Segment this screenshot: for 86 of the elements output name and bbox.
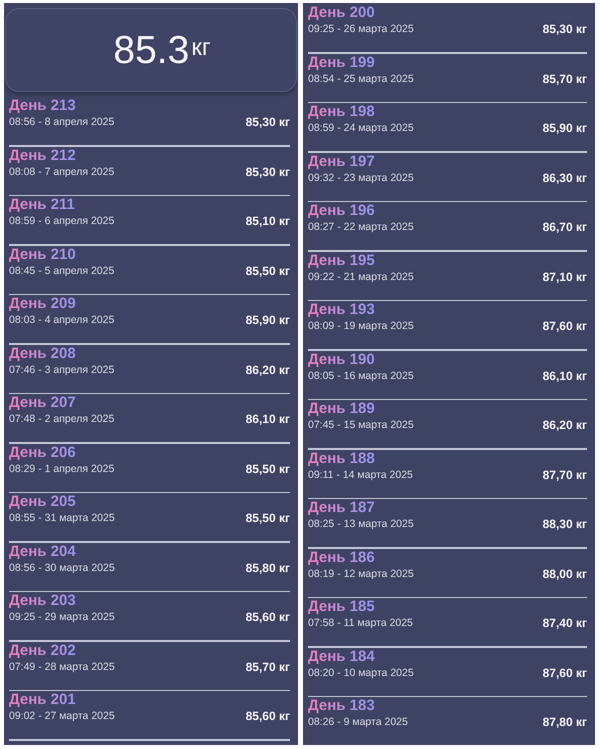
entry-datetime: 08:59 - 6 апреля 2025	[9, 214, 114, 228]
entry-datetime: 07:46 - 3 апреля 2025	[9, 362, 114, 376]
entry-weight: 85,30 кг	[246, 115, 290, 129]
entry-datetime: 08:09 - 19 марта 2025	[308, 319, 414, 333]
day-title: День 187	[308, 499, 375, 517]
entry-datetime: 08:26 - 9 марта 2025	[308, 715, 408, 729]
day-title: День 202	[9, 642, 76, 660]
entry-weight: 86,30 кг	[542, 170, 587, 184]
entry-weight: 86,10 кг	[246, 412, 290, 426]
day-title: День 196	[308, 202, 375, 220]
entry-datetime: 08:20 - 10 марта 2025	[308, 666, 414, 680]
entry-datetime: 07:45 - 15 марта 2025	[308, 418, 414, 432]
day-title: День 204	[9, 542, 76, 560]
entry-datetime: 08:05 - 16 марта 2025	[308, 368, 414, 382]
entry-datetime: 08:56 - 8 апреля 2025	[9, 115, 114, 129]
day-title: День 193	[308, 301, 375, 319]
entry-weight: 85,60 кг	[246, 610, 290, 624]
entry-datetime: 07:49 - 28 марта 2025	[9, 660, 115, 674]
entry-datetime: 07:48 - 2 апреля 2025	[9, 412, 114, 426]
day-title: День 195	[308, 252, 375, 270]
day-title: День 185	[308, 598, 375, 616]
entry-datetime: 08:27 - 22 марта 2025	[308, 220, 414, 234]
entry-datetime: 08:25 - 13 марта 2025	[308, 517, 414, 531]
entry-weight: 85,30 кг	[246, 164, 290, 178]
entry-datetime: 08:59 - 24 марта 2025	[308, 121, 414, 135]
entry-weight: 87,60 кг	[542, 666, 587, 680]
day-title: День 208	[9, 344, 76, 362]
entry-weight: 87,60 кг	[542, 319, 587, 333]
entry-weight: 85,50 кг	[246, 264, 290, 278]
entry-datetime: 07:58 - 11 марта 2025	[308, 616, 413, 630]
day-title: День 198	[308, 103, 375, 121]
entry-weight: 87,10 кг	[542, 270, 587, 284]
entry-weight: 85,90 кг	[542, 121, 587, 135]
entry-weight: 86,70 кг	[542, 220, 587, 234]
entry-weight: 86,10 кг	[542, 368, 587, 382]
entry-datetime: 08:45 - 5 апреля 2025	[9, 264, 114, 278]
entry-datetime: 09:25 - 29 марта 2025	[9, 610, 115, 624]
entry-weight: 88,00 кг	[542, 566, 587, 580]
entry-weight: 85,50 кг	[246, 462, 290, 476]
day-title: День 183	[308, 697, 375, 715]
entry-datetime: 09:22 - 21 марта 2025	[308, 270, 414, 284]
day-title: День 209	[9, 295, 76, 313]
entry-weight: 85,60 кг	[246, 709, 290, 723]
entry-weight: 85,90 кг	[246, 313, 290, 327]
entry-weight: 87,80 кг	[542, 715, 587, 729]
day-title: День 212	[9, 146, 76, 164]
day-title: День 186	[308, 548, 375, 566]
entry-datetime: 08:19 - 12 марта 2025	[308, 566, 414, 580]
entry-datetime: 08:08 - 7 апреля 2025	[9, 164, 114, 178]
day-title: День 207	[9, 394, 76, 412]
entry-datetime: 08:55 - 31 марта 2025	[9, 511, 115, 525]
day-title: День 213	[9, 97, 76, 115]
entry-weight: 86,20 кг	[246, 362, 290, 376]
current-weight-value: 85.3	[113, 30, 190, 70]
day-title: День 200	[308, 4, 375, 22]
entry-weight: 85,70 кг	[542, 72, 587, 86]
entry-weight: 85,10 кг	[246, 214, 290, 228]
entry-datetime: 08:54 - 25 марта 2025	[308, 72, 414, 86]
entry-weight: 85,30 кг	[542, 22, 587, 36]
entry-weight: 85,50 кг	[246, 511, 290, 525]
entry-datetime: 08:56 - 30 марта 2025	[9, 560, 115, 574]
day-title: День 190	[308, 350, 375, 368]
day-title: День 188	[308, 450, 375, 468]
entry-datetime: 09:02 - 27 марта 2025	[9, 709, 115, 723]
entry-datetime: 09:25 - 26 марта 2025	[308, 22, 414, 36]
day-title: День 201	[9, 691, 76, 709]
entry-weight: 88,30 кг	[542, 517, 587, 531]
day-title: День 206	[9, 444, 76, 462]
entry-datetime: 08:29 - 1 апреля 2025	[9, 462, 114, 476]
entry-weight: 85,70 кг	[246, 660, 290, 674]
entry-weight: 85,80 кг	[246, 560, 290, 574]
entry-datetime: 09:32 - 23 марта 2025	[308, 170, 414, 184]
day-title: День 197	[308, 152, 375, 170]
entry-datetime: 09:11 - 14 марта 2025	[308, 468, 413, 482]
day-title: День 211	[9, 196, 75, 214]
day-title: День 203	[9, 592, 76, 610]
entry-datetime: 08:03 - 4 апреля 2025	[9, 313, 114, 327]
day-title: День 205	[9, 493, 76, 511]
day-title: День 199	[308, 54, 375, 72]
entry-weight: 87,70 кг	[542, 468, 587, 482]
weight-unit: кг	[191, 36, 211, 60]
day-title: День 189	[308, 400, 375, 418]
day-title: День 210	[9, 246, 76, 264]
entry-weight: 87,40 кг	[542, 616, 587, 630]
entry-weight: 86,20 кг	[542, 418, 587, 432]
day-title: День 184	[308, 648, 375, 666]
